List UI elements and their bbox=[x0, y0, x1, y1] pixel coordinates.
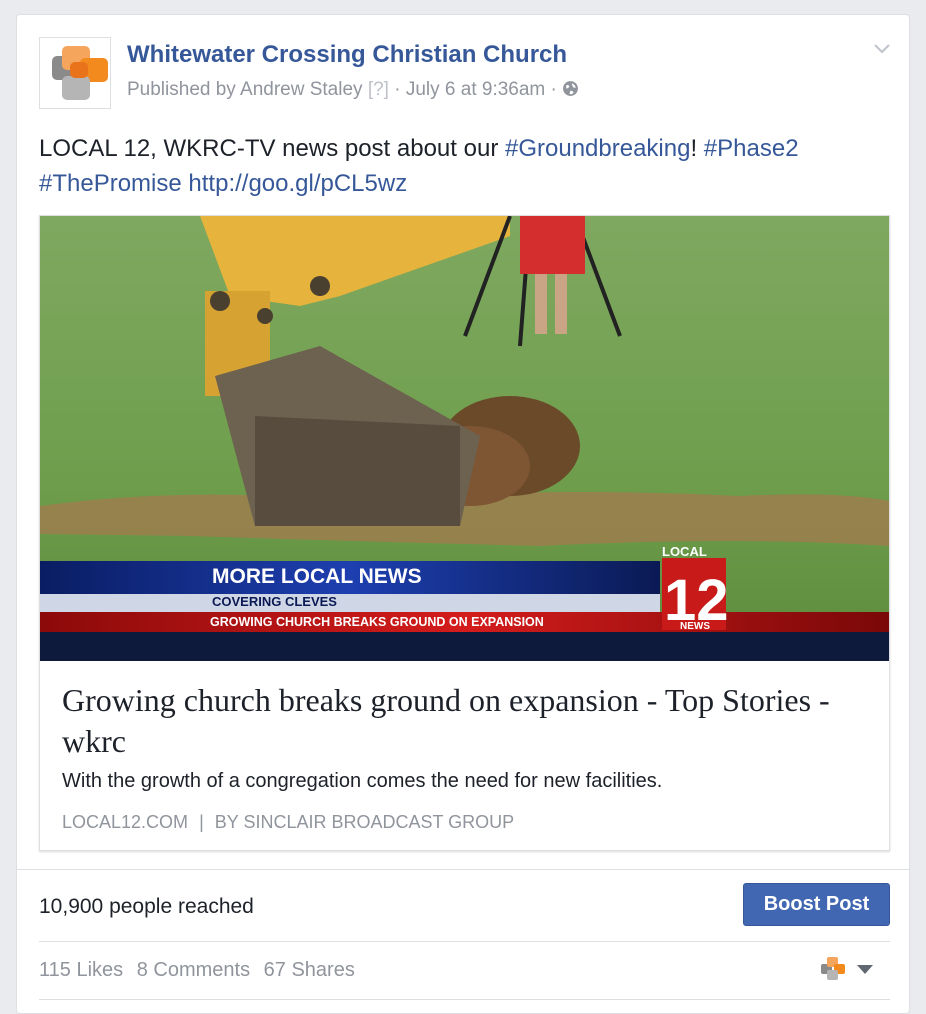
link-preview-title[interactable]: Growing church breaks ground on expansio… bbox=[62, 680, 862, 762]
published-by: Published by Andrew Staley bbox=[127, 79, 363, 100]
likes-count[interactable]: 115 Likes bbox=[39, 959, 123, 981]
post-message: LOCAL 12, WKRC-TV news post about our #G… bbox=[39, 135, 799, 197]
divider bbox=[17, 869, 909, 870]
hashtag-thepromise[interactable]: #ThePromise bbox=[39, 170, 182, 197]
caret-down-icon[interactable] bbox=[857, 965, 873, 974]
post-timestamp[interactable]: July 6 at 9:36am bbox=[406, 79, 545, 100]
station-label-top: LOCAL bbox=[662, 544, 707, 559]
globe-icon bbox=[563, 81, 579, 96]
post-meta: Published by Andrew Staley [?] · July 6 … bbox=[127, 79, 579, 101]
engagement-summary: 115 Likes 8 Comments 67 Shares bbox=[39, 959, 363, 982]
link-preview-card[interactable]: MORE LOCAL NEWS COVERING CLEVES GROWING … bbox=[39, 215, 890, 851]
link-preview-image[interactable]: MORE LOCAL NEWS COVERING CLEVES GROWING … bbox=[40, 216, 889, 661]
post-card: Whitewater Crossing Christian Church Pub… bbox=[16, 14, 910, 1014]
page-avatar[interactable] bbox=[39, 37, 111, 109]
shares-count[interactable]: 67 Shares bbox=[264, 959, 355, 981]
station-label-bottom: NEWS bbox=[680, 621, 710, 632]
hashtag-groundbreaking[interactable]: #Groundbreaking bbox=[505, 135, 690, 162]
help-marker[interactable]: [?] bbox=[368, 79, 389, 100]
ticker-story: GROWING CHURCH BREAKS GROUND ON EXPANSIO… bbox=[210, 615, 544, 629]
ticker-headline: MORE LOCAL NEWS bbox=[212, 565, 422, 588]
post-options-chevron-icon[interactable] bbox=[873, 39, 891, 57]
divider bbox=[39, 941, 890, 942]
people-reached[interactable]: 10,900 people reached bbox=[39, 895, 254, 919]
page-name-link[interactable]: Whitewater Crossing Christian Church bbox=[127, 41, 567, 69]
hashtag-phase2[interactable]: #Phase2 bbox=[704, 135, 799, 162]
link-preview-description: With the growth of a congregation comes … bbox=[62, 770, 663, 792]
ticker-subheadline: COVERING CLEVES bbox=[212, 594, 337, 609]
link-preview-source: LOCAL12.COM | BY SINCLAIR BROADCAST GROU… bbox=[62, 812, 515, 832]
comments-count[interactable]: 8 Comments bbox=[137, 959, 250, 981]
boost-post-button[interactable]: Boost Post bbox=[743, 883, 890, 926]
page-voice-avatar-icon[interactable] bbox=[821, 957, 847, 981]
post-link[interactable]: http://goo.gl/pCL5wz bbox=[188, 170, 407, 197]
